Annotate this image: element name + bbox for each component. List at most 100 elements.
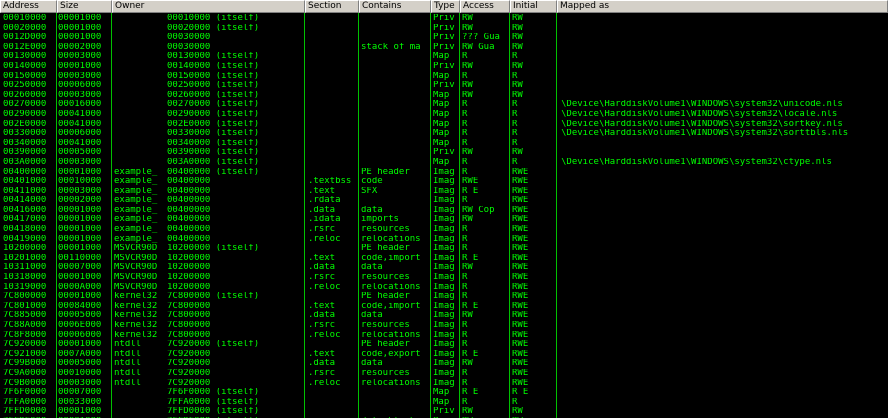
cell-contains [361, 388, 429, 398]
cell-contains: relocations [361, 378, 421, 388]
cell-contains: SFX [361, 186, 378, 196]
cell-address: 00330000 [3, 129, 47, 139]
memory-map-row[interactable]: 7C920000 00001000 ntdll 7C920000 (itself) PE… [0, 340, 888, 350]
memory-map-row[interactable]: 7FFA0000 00033000 7FFA0000 (itself) Map R R [0, 398, 888, 408]
column-header-size[interactable]: Size [57, 0, 112, 13]
cell-access: R E [462, 388, 479, 398]
memory-map-row[interactable]: 10201000 00110000 MSVCR90D 10200000 .text cod… [0, 254, 888, 264]
memory-map-row[interactable]: 7C99B000 00005000 ntdll 7C920000 .data data Im… [0, 359, 888, 369]
cell-access: R [462, 225, 468, 235]
cell-contains: PE header [361, 340, 410, 350]
memory-map-row[interactable]: 00290000 00041000 00290000 (itself) Map R R \D… [0, 110, 888, 120]
memory-map-row[interactable]: 10311000 00007000 MSVCR90D 10200000 .data dat… [0, 263, 888, 273]
column-header-contains[interactable]: Contains [359, 0, 431, 13]
memory-map-row[interactable]: 7FFD0000 00001000 7FFD0000 (itself) Priv RW R… [0, 407, 888, 417]
memory-map-row[interactable]: 00340000 00041000 00340000 (itself) Map R R [0, 139, 888, 149]
memory-map-row[interactable]: 00250000 00006000 00250000 (itself) Priv RW R… [0, 81, 888, 91]
cell-contains [361, 110, 429, 120]
cell-owner-base: 00400000 [167, 196, 211, 206]
memory-map-row[interactable]: 7C9B0000 00003000 ntdll 7C920000 .reloc reloc… [0, 379, 888, 389]
cell-initial: RW [512, 81, 523, 91]
memory-map-row[interactable]: 7C88A000 0006E000 kernel32 7C800000 .rsrc res… [0, 321, 888, 331]
column-header-initial[interactable]: Initial [510, 0, 557, 13]
cell-size: 00007000 [58, 263, 102, 273]
cell-section [308, 91, 357, 101]
cell-owner-base: 00030000 [167, 33, 211, 43]
memory-map-row[interactable]: 7C801000 00084000 kernel32 7C800000 .text cod… [0, 302, 888, 312]
memory-map-row[interactable]: 00130000 00003000 00130000 (itself) Map R R [0, 52, 888, 62]
cell-owner-base: 7C800000 [167, 301, 211, 311]
cell-owner-base: 00400000 [167, 186, 211, 196]
cell-initial: R [512, 119, 518, 129]
memory-map-row[interactable]: 00417000 00001000 example_ 00400000 .idata im… [0, 215, 888, 225]
memory-map-row[interactable]: 00150000 00003000 00150000 (itself) Map R R [0, 72, 888, 82]
cell-type: Imag [433, 253, 455, 263]
column-header-section[interactable]: Section [305, 0, 359, 13]
cell-owner-base: 00400000 (itself) [167, 167, 260, 177]
memory-map-row[interactable]: 7C8F8000 00006000 kernel32 7C800000 .reloc re… [0, 331, 888, 341]
cell-contains [361, 14, 429, 24]
cell-mapped-as [561, 81, 887, 91]
memory-map-row[interactable]: 00411000 00003000 example_ 00400000 .text SFX… [0, 187, 888, 197]
memory-map-row[interactable]: 10319000 0000A000 MSVCR90D 10200000 .reloc re… [0, 283, 888, 293]
memory-map-row[interactable]: 7C9A0000 00010000 ntdll 7C920000 .rsrc resour… [0, 369, 888, 379]
memory-map-row[interactable]: 00416000 00001000 example_ 00400000 .data dat… [0, 206, 888, 216]
cell-size: 0000A000 [58, 282, 102, 292]
cell-owner-module: kernel32 [114, 292, 158, 302]
cell-size: 00001000 [58, 14, 102, 23]
cell-section [308, 24, 357, 34]
cell-initial: R [512, 100, 518, 110]
cell-access: RW [462, 81, 473, 91]
cell-size: 00041000 [58, 138, 102, 148]
cell-mapped-as [561, 43, 887, 53]
cell-size: 00003000 [58, 71, 102, 81]
memory-map-row[interactable]: 00418000 00001000 example_ 00400000 .rsrc res… [0, 225, 888, 235]
cell-owner-module [114, 110, 166, 120]
memory-map-row[interactable]: 7C921000 0007A000 ntdll 7C920000 .text code,e… [0, 350, 888, 360]
cell-address: 7C920000 [3, 340, 47, 350]
cell-owner-base: 00020000 (itself) [167, 23, 260, 33]
column-header-access[interactable]: Access [460, 0, 510, 13]
memory-map-row[interactable]: 00330000 00006000 00330000 (itself) Map R R \D… [0, 129, 888, 139]
memory-map-row[interactable]: 00400000 00001000 example_ 00400000 (itself… [0, 168, 888, 178]
memory-map-row[interactable]: 00260000 00003000 00260000 (itself) Map RW RW [0, 91, 888, 101]
memory-map-row[interactable]: 00401000 00010000 example_ 00400000 .textbss… [0, 177, 888, 187]
memory-map-row[interactable]: 0012E000 00002000 00030000 stack of ma Priv R… [0, 43, 888, 53]
memory-map-row[interactable]: 00140000 00001000 00140000 (itself) Priv RW R… [0, 62, 888, 72]
cell-access: R [462, 129, 468, 139]
cell-type: Map [433, 157, 450, 167]
cell-access: R E [462, 253, 479, 263]
memory-map-row[interactable]: 00020000 00001000 00020000 (itself) Priv RW R… [0, 24, 888, 34]
memory-map-row[interactable]: 00010000 00001000 00010000 (itself) Priv RW R… [0, 14, 888, 24]
cell-access: R [462, 157, 468, 167]
memory-map-row[interactable]: 00270000 00016000 00270000 (itself) Map R R \D… [0, 100, 888, 110]
memory-map-row[interactable]: 10318000 00001000 MSVCR90D 10200000 .rsrc res… [0, 273, 888, 283]
memory-map-row[interactable]: 10200000 00001000 MSVCR90D 10200000 (itself… [0, 244, 888, 254]
memory-map-row[interactable]: 00419000 00001000 example_ 00400000 .reloc re… [0, 235, 888, 245]
cell-mapped-as [561, 24, 887, 34]
memory-map-row[interactable]: 002E0000 00041000 002E0000 (itself) Map R R \D… [0, 120, 888, 130]
column-header-type[interactable]: Type [431, 0, 460, 13]
cell-size: 00001000 [58, 23, 102, 33]
cell-type: Map [433, 52, 450, 62]
cell-mapped-as: \Device\HarddiskVolume1\WINDOWS\system32… [561, 100, 843, 110]
cell-access: ??? Gua [462, 33, 500, 43]
cell-initial: RW [512, 42, 523, 52]
memory-map-row[interactable]: 00414000 00002000 example_ 00400000 .rdata Im… [0, 196, 888, 206]
cell-access: R [462, 340, 468, 350]
column-header-address[interactable]: Address [0, 0, 57, 13]
memory-map-row[interactable]: 7F6F0000 00007000 7F6F0000 (itself) Map R E R… [0, 388, 888, 398]
cell-owner-base: 00290000 (itself) [167, 109, 260, 119]
memory-map-row[interactable]: 7C800000 00001000 kernel32 7C800000 (itself… [0, 292, 888, 302]
memory-map-row[interactable]: 00390000 00005000 00390000 (itself) Priv RW R… [0, 148, 888, 158]
cell-initial: R [512, 129, 518, 139]
cell-section: .reloc [308, 330, 341, 340]
memory-map-row[interactable]: 003A0000 00003000 003A0000 (itself) Map R R \D… [0, 158, 888, 168]
memory-map-row[interactable]: 0012D000 00001000 00030000 Priv ??? Gua RW [0, 33, 888, 43]
memory-map-row[interactable]: 7C885000 00005000 kernel32 7C800000 .data dat… [0, 311, 888, 321]
column-header-mapped-as[interactable]: Mapped as [557, 0, 888, 13]
cell-initial: RWE [512, 196, 529, 206]
cell-address: 10318000 [3, 273, 47, 283]
cell-mapped-as [561, 331, 887, 341]
column-header-owner[interactable]: Owner [112, 0, 305, 13]
